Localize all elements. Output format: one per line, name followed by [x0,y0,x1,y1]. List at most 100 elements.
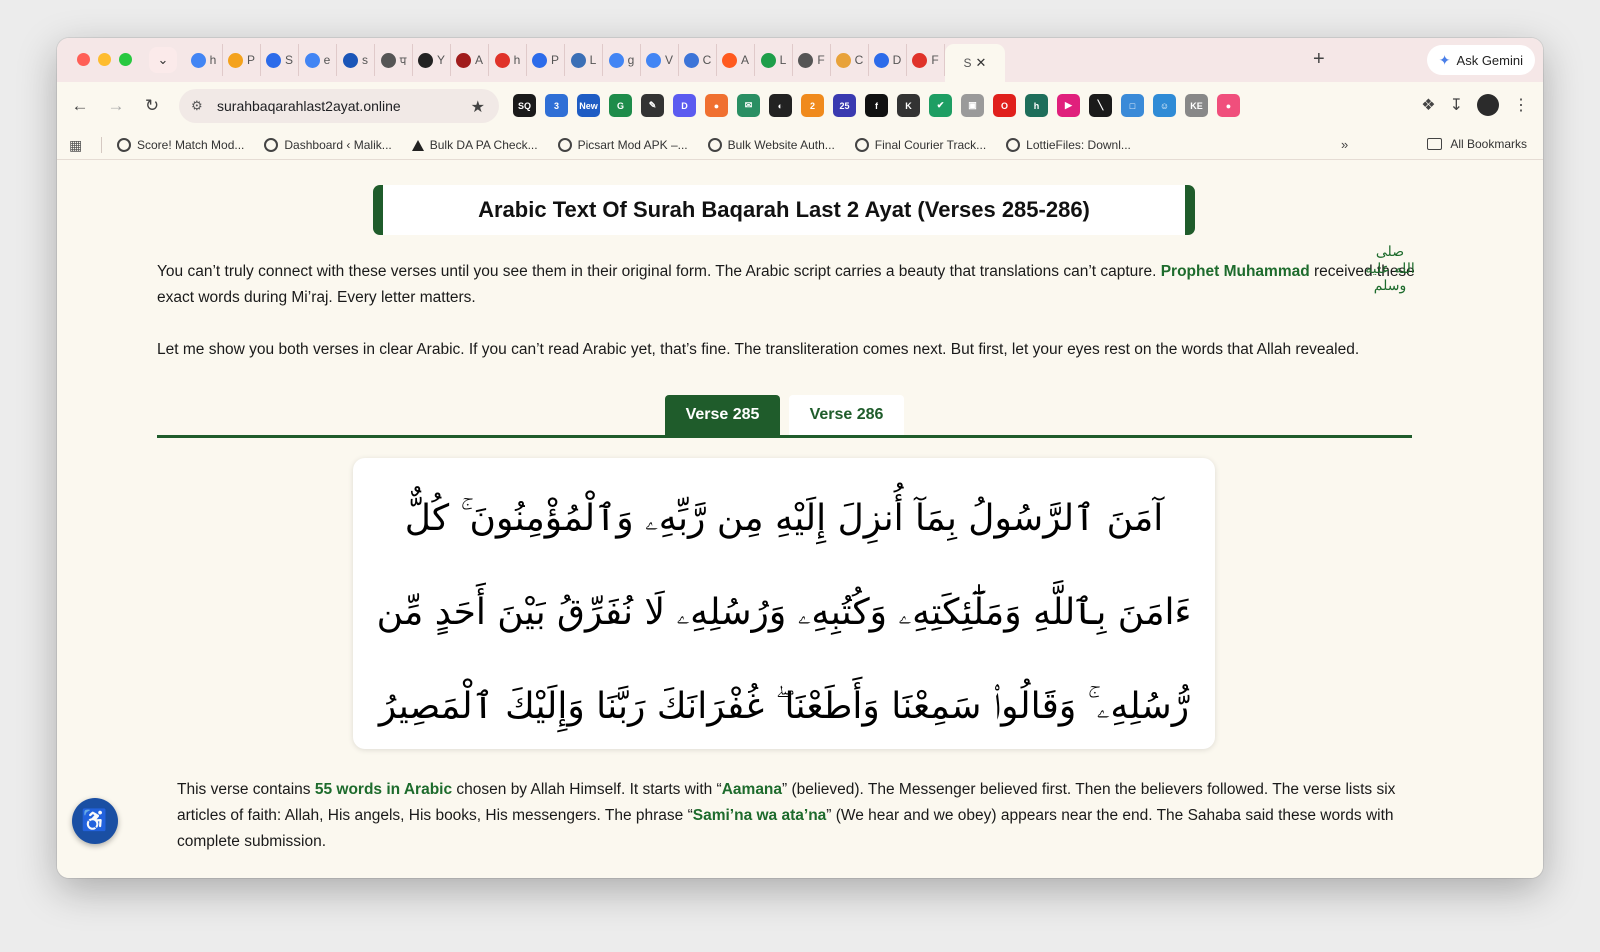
profile-avatar[interactable] [1477,94,1499,116]
bookmark-item[interactable]: Score! Match Mod... [117,138,244,152]
extension-icon[interactable]: 25 [833,94,856,117]
browser-tab[interactable]: प [375,44,413,76]
browser-tab[interactable]: s [337,44,375,76]
aamana-highlight: Aamana [721,781,783,798]
heading-box: Arabic Text Of Surah Baqarah Last 2 Ayat… [373,185,1195,235]
browser-tab[interactable]: A [717,44,755,76]
intro-text-start: You can’t truly connect with these verse… [157,263,1161,280]
close-window-button[interactable] [77,53,90,66]
extension-icon[interactable]: ✔ [929,94,952,117]
download-icon[interactable]: ↧ [1450,95,1463,115]
extensions-puzzle-icon[interactable]: ❖ [1421,95,1435,115]
openai-icon [380,52,396,68]
browser-tab[interactable]: h [185,44,223,76]
all-bookmarks-button[interactable]: All Bookmarks [1427,137,1527,151]
browser-tab[interactable]: P [527,44,565,76]
browser-tab[interactable]: Y [413,44,451,76]
browser-tab[interactable]: P [223,44,261,76]
tab-strip: ⌄ h P Se s प Y Ah P Lg V C A L F C D F S ✕ + ✦ Ask Gemini [57,38,1543,82]
folder-icon [1427,138,1443,150]
menu-kebab-icon[interactable]: ⋮ [1513,95,1529,115]
extension-icon[interactable]: 3 [545,94,568,117]
bookmark-item[interactable]: Final Courier Track... [854,138,986,152]
extension-icon[interactable]: KE [1185,94,1208,117]
explanation-text-1: This verse contains [177,781,315,798]
browser-tab[interactable]: V [641,44,679,76]
browser-tab[interactable]: S [261,44,299,76]
close-tab-icon[interactable]: ✕ [976,55,987,71]
extension-icon[interactable]: ▣ [961,94,984,117]
extension-icon[interactable]: f [865,94,888,117]
extension-icon[interactable]: ✉ [737,94,760,117]
maximize-window-button[interactable] [119,53,132,66]
extension-icon[interactable]: G [609,94,632,117]
google-icon [645,52,661,68]
prophet-muhammad-link[interactable]: Prophet Muhammad [1161,263,1310,280]
tab-title: L [779,53,787,67]
address-bar[interactable]: ⚙ surahbaqarahlast2ayat.online ★ [179,89,499,123]
accessibility-widget-button[interactable]: ♿ [72,798,118,844]
url-text[interactable]: surahbaqarahlast2ayat.online [217,98,401,114]
tab-title: V [664,53,673,67]
forward-arrow-icon[interactable]: → [103,93,129,119]
tab-search-button[interactable]: ⌄ [149,47,177,73]
site-info-icon[interactable]: ⚙ [191,98,211,114]
browser-tab[interactable]: F [907,44,945,76]
tab-title: C [854,53,864,67]
bookmark-star-icon[interactable]: ★ [471,97,485,117]
tab-title: A [740,53,749,67]
globe-icon [117,138,131,152]
bing-icon [265,52,281,68]
extension-icon[interactable]: K [897,94,920,117]
browser-tab[interactable]: g [603,44,641,76]
google-icon [608,52,624,68]
bookmarks-bar: ▦ Score! Match Mod... Dashboard ‹ Malik..… [57,130,1543,160]
bookmark-item[interactable]: Dashboard ‹ Malik... [264,138,392,152]
bookmark-item[interactable]: LottieFiles: Downl... [1006,138,1131,152]
minimize-window-button[interactable] [98,53,111,66]
samina-highlight: Sami’na wa ata’na [692,807,827,824]
apps-grid-icon[interactable]: ▦ [69,137,82,154]
extension-icon[interactable]: ╲ [1089,94,1112,117]
bookmark-item[interactable]: Bulk Website Auth... [707,138,835,152]
extension-icon[interactable]: ☺ [1153,94,1176,117]
extension-icon[interactable]: ● [1217,94,1240,117]
extension-icon[interactable]: SQ [513,94,536,117]
extension-icon[interactable]: 2 [801,94,824,117]
verse-explanation: This verse contains 55 words in Arabic c… [177,777,1397,855]
tab-verse-286[interactable]: Verse 286 [789,395,904,435]
extension-icon[interactable]: O [993,94,1016,117]
browser-tab[interactable]: D [869,44,907,76]
reload-icon[interactable]: ↻ [139,93,165,119]
extension-icon[interactable]: D [673,94,696,117]
extension-icon[interactable]: ● [705,94,728,117]
tab-verse-285[interactable]: Verse 285 [665,395,780,435]
page-content: Arabic Text Of Surah Baqarah Last 2 Ayat… [57,160,1543,878]
extension-icon[interactable]: h [1025,94,1048,117]
back-arrow-icon[interactable]: ← [67,93,93,119]
tab-title: S [963,56,972,70]
new-tab-button[interactable]: + [1313,48,1325,70]
extension-icon[interactable]: ✎ [641,94,664,117]
code-icon [455,52,471,68]
browser-tab[interactable]: e [299,44,337,76]
browser-tab[interactable]: h [489,44,527,76]
browser-tab[interactable]: L [565,44,603,76]
globe-icon [557,138,572,152]
bookmark-item[interactable]: Bulk DA PA Check... [411,138,538,152]
browser-tab[interactable]: F [793,44,831,76]
browser-tab-active[interactable]: S ✕ [945,44,1005,82]
extension-icon[interactable]: □ [1121,94,1144,117]
extension-icon[interactable]: ▶ [1057,94,1080,117]
tab-title: Y [436,53,445,67]
browser-tab[interactable]: L [755,44,793,76]
extension-icon[interactable]: ◐ [769,94,792,117]
extension-icon[interactable]: New [577,94,600,117]
browser-tab[interactable]: C [679,44,717,76]
browser-tab[interactable]: C [831,44,869,76]
tab-title: g [627,53,635,67]
bookmark-item[interactable]: Picsart Mod APK –... [557,138,688,152]
more-bookmarks-chevron-icon[interactable]: » [1341,137,1348,152]
browser-tab[interactable]: A [451,44,489,76]
ask-gemini-button[interactable]: ✦ Ask Gemini [1426,45,1535,75]
